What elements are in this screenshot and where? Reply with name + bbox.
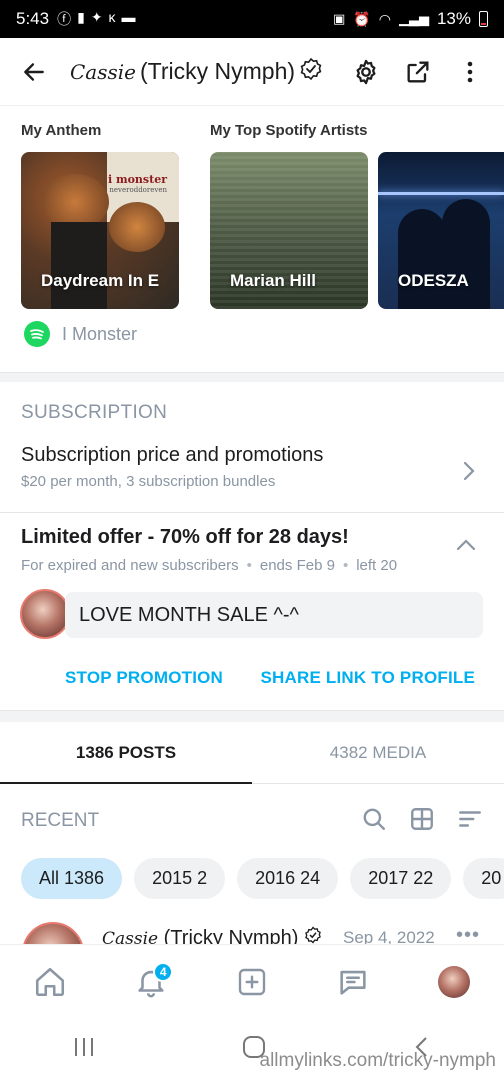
gallery-icon: ▬ [121,9,136,25]
meta-dot: • [246,557,252,574]
bottom-nav: 4 [0,944,504,1018]
artist-name: ODESZA [398,271,469,290]
album-art-figure [109,202,165,252]
profile-name: (Tricky Nymph) [140,58,296,84]
artist-name: Marian Hill [230,271,316,290]
verified-icon [304,926,322,944]
my-anthem-label: My Anthem [21,122,102,139]
divider [0,512,504,513]
offer-actions: STOP PROMOTION SHARE LINK TO PROFILE [0,668,504,688]
offer-left: left 20 [356,557,398,574]
notification-icons: ⓕ ▮ ✦ ᴋ ▬ [57,9,135,29]
messages-icon[interactable] [331,960,375,1004]
chip-all[interactable]: All 1386 [21,858,123,899]
search-icon[interactable] [361,806,387,837]
butterfly-icon: ✦ [90,9,103,25]
album-art-figure [51,222,107,309]
recent-apps-icon[interactable] [72,1036,96,1063]
spotify-section: My Anthem My Top Spotify Artists i monst… [0,106,504,372]
chip-next[interactable]: 20 [463,858,504,899]
anthem-card[interactable]: i monster neveroddoreven Daydream In E [21,152,179,309]
battery-icon [479,11,488,27]
promo-message: LOVE MONTH SALE ^-^ [65,592,483,638]
artist-card-odesza[interactable]: ODESZA [378,152,504,309]
artist-card-marian-hill[interactable]: Marian Hill [210,152,368,309]
post-header: Cassie (Tricky Nymph) Sep 4, 2022 ••• [0,920,504,944]
stop-promotion-button[interactable]: STOP PROMOTION [65,668,223,688]
tab-posts[interactable]: 1386 POSTS [0,722,252,784]
content-tabs: 1386 POSTS 4382 MEDIA [0,722,504,784]
meta-dot: • [342,557,349,574]
profile-avatar-icon[interactable] [432,960,476,1004]
subscription-row[interactable]: Subscription price and promotions $20 pe… [0,444,504,512]
back-arrow-icon[interactable] [16,54,52,90]
spotify-icon [24,321,50,347]
status-bar: 5:43 ⓕ ▮ ✦ ᴋ ▬ ▣ ⏰ ◠ ▁▃▅ 13% [0,0,504,38]
artist-photo [398,209,446,309]
section-separator [0,710,504,722]
nfc-icon: ▣ [333,11,346,26]
more-horizontal-icon[interactable]: ••• [456,924,480,944]
facebook-icon: ⓕ [57,11,72,27]
alarm-icon: ⏰ [353,10,371,27]
chevron-up-icon[interactable] [455,538,477,557]
artist-photo [442,199,490,309]
grid-icon[interactable] [409,806,435,837]
home-icon[interactable] [28,960,72,1004]
offer-title: Limited offer - 70% off for 28 days! [21,526,349,548]
chip-2016[interactable]: 2016 24 [237,858,339,899]
chip-2015[interactable]: 2015 2 [134,858,226,899]
notification-badge: 4 [153,961,174,982]
offer-audience: For expired and new subscribers [21,557,239,574]
profile-script-name: Cassie [70,59,136,84]
status-time: 5:43 [16,9,50,28]
subscription-desc: $20 per month, 3 subscription bundles [21,473,276,490]
battery-percent: 13% [436,9,471,28]
avatar[interactable] [22,922,84,944]
more-vertical-icon[interactable] [452,54,488,90]
year-filter-chips: All 1386 2015 2 2016 24 2017 22 20 [21,858,504,899]
offer-ends: ends Feb 9 [259,557,335,574]
post-author-name: (Tricky Nymph) [163,927,299,944]
watermark: allmylinks.com/tricky-nymph [259,1050,496,1071]
subscription-header: SUBSCRIPTION [21,402,168,423]
subscription-title: Subscription price and promotions [21,444,324,466]
avatar [20,589,70,639]
profile-title: Cassie (Tricky Nymph) [70,57,348,86]
chevron-right-icon [462,460,476,487]
avatar [437,965,470,998]
post-date: Sep 4, 2022 [343,928,435,944]
album-art-text: i monster neveroddoreven [107,173,167,194]
offer-meta: For expired and new subscribers • ends F… [21,557,483,574]
add-post-icon[interactable] [230,960,274,1004]
share-icon[interactable] [400,54,436,90]
post-author[interactable]: Cassie (Tricky Nymph) [102,926,322,944]
top-artists-label: My Top Spotify Artists [210,122,368,139]
signal-icon: ▁▃▅ [398,11,429,26]
verified-icon [299,57,323,86]
share-link-button[interactable]: SHARE LINK TO PROFILE [260,668,475,688]
artist-photo [378,192,504,195]
notifications-icon[interactable]: 4 [129,960,174,1004]
recent-label: RECENT [21,810,100,831]
recent-toolbar: RECENT [21,800,483,842]
tab-media[interactable]: 4382 MEDIA [252,722,504,783]
chip-2017[interactable]: 2017 22 [350,858,452,899]
wifi-icon: ◠ [378,10,391,27]
anthem-title: Daydream In E [41,271,160,290]
alert-icon: ▮ [77,9,85,25]
gear-icon[interactable] [348,54,384,90]
spotify-row[interactable]: I Monster [24,321,137,347]
post-script-name: Cassie [102,929,159,944]
section-separator [0,372,504,382]
k-icon: ᴋ [108,9,116,25]
top-nav: Cassie (Tricky Nymph) [0,38,504,106]
sort-icon[interactable] [457,806,483,837]
spotify-artist: I Monster [62,323,138,344]
offer-block: Limited offer - 70% off for 28 days! For… [21,526,483,574]
